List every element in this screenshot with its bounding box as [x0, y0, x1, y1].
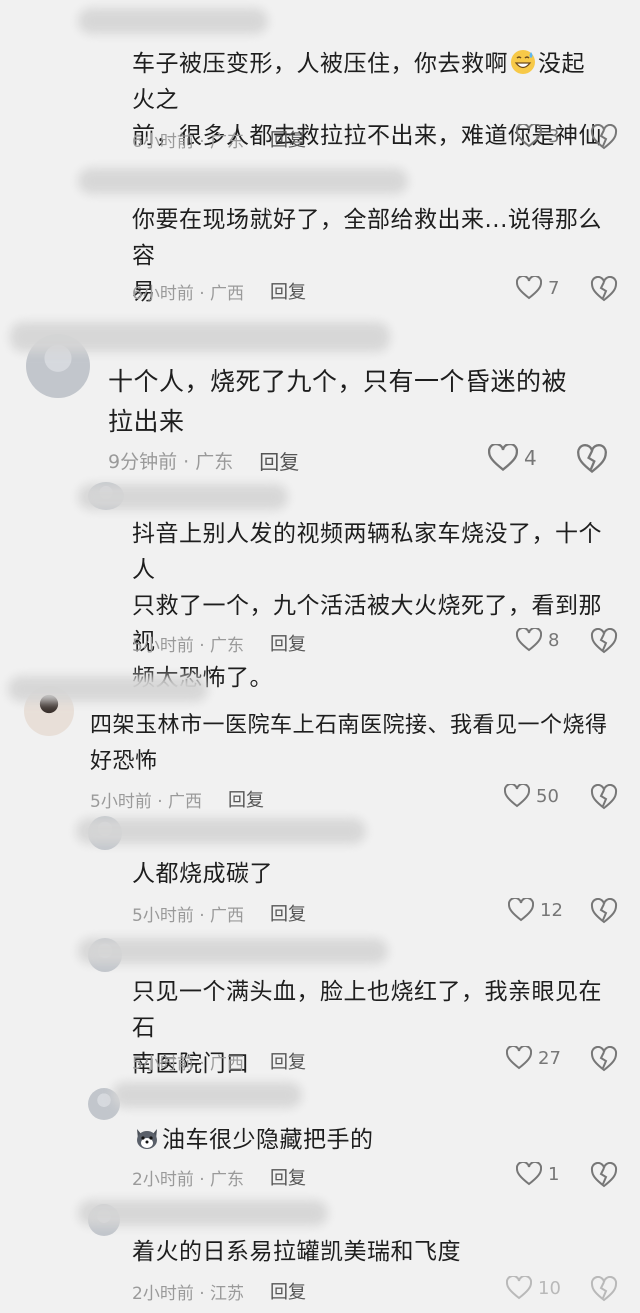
heart-outline-icon: [506, 1046, 532, 1070]
like-count: 1: [548, 1163, 560, 1185]
reply-button[interactable]: 回复: [270, 1164, 306, 1190]
username-blurred: [76, 818, 366, 844]
heart-outline-icon: [516, 628, 542, 652]
like-count: 12: [540, 899, 563, 921]
comment-meta: 6小时前 · 广东 回复: [132, 126, 306, 152]
username-blurred: [78, 8, 268, 34]
comment-meta: 9分钟前 · 广东 回复: [108, 446, 299, 475]
heart-outline-icon: [504, 784, 530, 808]
reply-button[interactable]: 回复: [270, 630, 306, 656]
comment-text: 油车很少隐藏把手的: [132, 1122, 602, 1158]
like-count: 3: [548, 125, 560, 147]
like-button[interactable]: 12: [508, 898, 563, 922]
comment-time-location: 9分钟前 · 广东: [108, 451, 234, 473]
comment-time-location: 2小时前 · 江苏: [132, 1283, 245, 1304]
comment-item: 只见一个满头血，脸上也烧红了，我亲眼见在石 南医院门口 5小时前 · 广西 回复…: [0, 930, 640, 1080]
reply-button[interactable]: 回复: [259, 446, 299, 475]
comment-text: 十个人，烧死了九个，只有一个昏迷的被 拉出来: [108, 367, 568, 436]
comment-item: 油车很少隐藏把手的 2小时前 · 广东 回复 1: [0, 1080, 640, 1196]
comment-time-location: 5小时前 · 广东: [132, 635, 245, 656]
broken-heart-icon[interactable]: [590, 1276, 618, 1302]
broken-heart-icon[interactable]: [590, 1162, 618, 1188]
like-count: 7: [548, 277, 560, 299]
comment-meta: 2小时前 · 江苏 回复: [132, 1278, 306, 1304]
husky-dog-emoji: [137, 1129, 157, 1149]
comment-time-location: 5小时前 · 广西: [90, 791, 203, 812]
comment-meta: 2小时前 · 广东 回复: [132, 1164, 306, 1190]
like-button[interactable]: 4: [488, 444, 537, 472]
comment-time-location: 5小时前 · 广西: [132, 905, 245, 926]
comment-text: 人都烧成碳了: [132, 861, 273, 887]
comment-text: 着火的日系易拉罐凯美瑞和飞度: [132, 1239, 461, 1265]
comment-time-location: 6小时前 · 广东: [132, 131, 245, 152]
comment-item: 着火的日系易拉罐凯美瑞和飞度 2小时前 · 江苏 回复 10: [0, 1196, 640, 1313]
comment-item: 车子被压变形，人被压住，你去救啊 没起火之 前，很多人都去救拉拉不出来，难道你是神…: [0, 0, 640, 160]
reply-button[interactable]: 回复: [270, 126, 306, 152]
like-button[interactable]: 8: [516, 628, 559, 652]
like-button[interactable]: 10: [506, 1276, 561, 1300]
grinning-sweat-emoji: [511, 50, 535, 74]
like-count: 50: [536, 785, 559, 807]
like-button[interactable]: 50: [504, 784, 559, 808]
comment-meta: 5小时前 · 广西 回复: [90, 786, 264, 812]
comment-time-location: 5小时前 · 广西: [132, 1053, 245, 1074]
comment-text: 抖音上别人发的视频两辆私家车烧没了，十个人 只救了一个，九个活活被大火烧死了，看…: [132, 521, 602, 691]
username-blurred: [8, 676, 208, 702]
comment-meta: 6小时前 · 广西 回复: [132, 278, 306, 304]
heart-outline-icon: [516, 124, 542, 148]
comment-item: 四架玉林市一医院车上石南医院接、我看见一个烧得 好恐怖 5小时前 · 广西 回复…: [0, 672, 640, 812]
comment-meta: 5小时前 · 广西 回复: [132, 1048, 306, 1074]
like-count: 10: [538, 1277, 561, 1299]
comment-text: 四架玉林市一医院车上石南医院接、我看见一个烧得 好恐怖: [90, 713, 608, 774]
like-button[interactable]: 27: [506, 1046, 561, 1070]
reply-button[interactable]: 回复: [228, 786, 264, 812]
like-button[interactable]: 1: [516, 1162, 559, 1186]
heart-outline-icon: [516, 1162, 542, 1186]
broken-heart-icon[interactable]: [590, 1046, 618, 1072]
username-blurred: [78, 168, 408, 194]
comment-feed: 车子被压变形，人被压住，你去救啊 没起火之 前，很多人都去救拉拉不出来，难道你是神…: [0, 0, 640, 1313]
comment-meta: 5小时前 · 广东 回复: [132, 630, 306, 656]
like-count: 4: [524, 446, 537, 470]
like-button[interactable]: 3: [516, 124, 559, 148]
heart-outline-icon: [506, 1276, 532, 1300]
broken-heart-icon[interactable]: [576, 444, 608, 474]
like-button[interactable]: 7: [516, 276, 559, 300]
heart-outline-icon: [508, 898, 534, 922]
username-blurred: [78, 484, 288, 510]
broken-heart-icon[interactable]: [590, 276, 618, 302]
like-count: 8: [548, 629, 560, 651]
like-count: 27: [538, 1047, 561, 1069]
username-blurred: [78, 1200, 328, 1226]
reply-button[interactable]: 回复: [270, 278, 306, 304]
comment-item: 你要在现场就好了，全部给救出来...说得那么容 易 6小时前 · 广西 回复 7: [0, 160, 640, 310]
comment-time-location: 2小时前 · 广东: [132, 1169, 245, 1190]
comment-time-location: 6小时前 · 广西: [132, 283, 245, 304]
broken-heart-icon[interactable]: [590, 784, 618, 810]
comment-item: 十个人，烧死了九个，只有一个昏迷的被 拉出来 9分钟前 · 广东 回复 4: [0, 316, 640, 484]
reply-button[interactable]: 回复: [270, 1048, 306, 1074]
username-blurred: [78, 938, 388, 964]
comment-item: 人都烧成碳了 5小时前 · 广西 回复 12: [0, 812, 640, 932]
reply-button[interactable]: 回复: [270, 900, 306, 926]
username-blurred: [112, 1082, 302, 1108]
heart-outline-icon: [516, 276, 542, 300]
broken-heart-icon[interactable]: [590, 898, 618, 924]
comment-meta: 5小时前 · 广西 回复: [132, 900, 306, 926]
reply-button[interactable]: 回复: [270, 1278, 306, 1304]
username-blurred: [10, 322, 390, 352]
broken-heart-icon[interactable]: [590, 628, 618, 654]
broken-heart-icon[interactable]: [590, 124, 618, 150]
heart-outline-icon: [488, 444, 518, 472]
comment-item: 抖音上别人发的视频两辆私家车烧没了，十个人 只救了一个，九个活活被大火烧死了，看…: [0, 482, 640, 691]
